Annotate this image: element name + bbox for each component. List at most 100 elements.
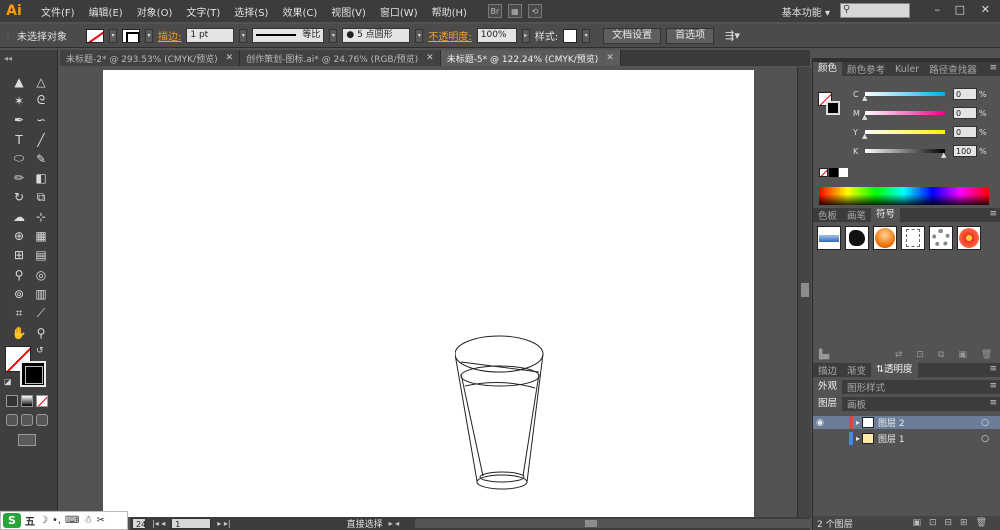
variable-width-profile[interactable]: 等比 xyxy=(252,28,325,43)
rotate-tool-icon[interactable]: ↻ xyxy=(8,188,30,207)
symbol-orange-button-icon[interactable] xyxy=(873,226,897,250)
close-tab-icon[interactable]: ✕ xyxy=(426,53,434,63)
black-swatch[interactable] xyxy=(829,168,838,177)
fill-dropdown[interactable]: ▾ xyxy=(109,28,117,43)
opacity-dropdown[interactable]: ▸ xyxy=(521,28,530,43)
align-options-icon[interactable]: ⇶▾ xyxy=(725,29,740,42)
artboard-next-icon[interactable]: ▸ ▸| xyxy=(217,519,230,528)
black-slider[interactable] xyxy=(865,149,946,159)
symbol-flower-icon[interactable] xyxy=(957,226,981,250)
default-colors-icon[interactable]: ◪ xyxy=(4,377,12,386)
preferences-button[interactable]: 首选项 xyxy=(666,27,715,44)
yellow-value[interactable]: 0 xyxy=(953,126,977,138)
new-symbol-icon[interactable]: ▣ xyxy=(958,350,967,360)
draw-behind-icon[interactable] xyxy=(21,414,33,426)
menu-item-5[interactable]: 效果(C) xyxy=(275,4,324,19)
selection-tool-icon[interactable]: ▲ xyxy=(8,72,30,91)
color-spectrum[interactable] xyxy=(819,187,989,205)
ime-tools-icon[interactable]: ✂ xyxy=(96,515,104,526)
swap-fill-stroke-icon[interactable]: ↺ xyxy=(36,346,44,356)
color-mode-icon[interactable] xyxy=(6,395,18,407)
symbol-ring-icon[interactable] xyxy=(929,226,953,250)
opacity-field[interactable]: 100% xyxy=(476,28,517,43)
close-button[interactable]: ✕ xyxy=(981,3,990,16)
tab-pathfinder[interactable]: 路径查找器 xyxy=(924,62,982,76)
eraser-tool-icon[interactable]: ◧ xyxy=(30,168,52,187)
magenta-value[interactable]: 0 xyxy=(953,107,977,119)
tab-document-2[interactable]: 创作策划-图标.ai* @ 24.76% (RGB/预览) ✕ xyxy=(240,50,441,66)
ime-moon-icon[interactable]: ☽ xyxy=(39,515,48,526)
cyan-slider[interactable] xyxy=(862,92,945,102)
type-tool-icon[interactable]: T xyxy=(8,130,30,149)
opacity-link[interactable]: 不透明度: xyxy=(428,28,471,43)
lasso-tool-icon[interactable]: ᘓ xyxy=(30,91,52,110)
brush-dropdown[interactable]: ▾ xyxy=(415,28,424,43)
layer-name[interactable]: 图层 1 xyxy=(878,432,905,445)
ime-keyboard-icon[interactable]: ⌨ xyxy=(65,515,79,526)
delete-symbol-icon[interactable]: 🗑 xyxy=(981,350,992,360)
magic-wand-tool-icon[interactable]: ✶ xyxy=(8,91,30,110)
tab-stroke[interactable]: 描边 xyxy=(813,363,842,377)
ime-skin-icon[interactable]: ☃ xyxy=(83,515,92,526)
stroke-dropdown[interactable]: ▾ xyxy=(145,28,153,43)
menu-item-8[interactable]: 帮助(H) xyxy=(425,4,474,19)
arrange-documents-icon[interactable]: ▦ xyxy=(507,4,522,18)
shape-builder-tool-icon[interactable]: ⊕ xyxy=(8,226,30,245)
place-symbol-icon[interactable]: ⇄ xyxy=(895,350,903,360)
magenta-slider[interactable] xyxy=(862,111,945,121)
style-swatch[interactable] xyxy=(563,28,578,43)
free-transform-tool-icon[interactable]: ⊹ xyxy=(30,207,52,226)
gradient-mode-icon[interactable] xyxy=(21,395,33,407)
panel-stroke-box[interactable] xyxy=(826,101,840,115)
ime-mode[interactable]: 五 xyxy=(25,513,35,528)
tab-document-3[interactable]: 未标题-5* @ 122.24% (CMYK/预览) ✕ xyxy=(440,50,621,66)
menu-item-1[interactable]: 编辑(E) xyxy=(82,4,130,19)
artboard-prev-icon[interactable]: |◂ ◂ xyxy=(152,519,165,528)
close-tab-icon[interactable]: ✕ xyxy=(226,53,234,63)
fill-swatch[interactable] xyxy=(86,28,104,43)
canvas-area[interactable] xyxy=(59,67,797,517)
hand-tool-icon[interactable]: ✋ xyxy=(8,323,30,342)
tab-layers[interactable]: 图层 xyxy=(813,397,843,411)
menu-item-0[interactable]: 文件(F) xyxy=(34,4,82,19)
target-icon[interactable]: ○ xyxy=(981,434,989,444)
expand-layer-icon[interactable]: ▸ xyxy=(856,418,860,427)
stroke-weight-dropdown[interactable]: ▾ xyxy=(239,28,248,43)
expand-layer-icon[interactable]: ▸ xyxy=(856,434,860,443)
symbol-library-icon[interactable]: ▙▖ xyxy=(819,350,833,360)
black-value[interactable]: 100 xyxy=(953,145,977,157)
symbol-sprayer-tool-icon[interactable]: ⊚ xyxy=(8,284,30,303)
symbol-options-icon[interactable]: ⧉ xyxy=(938,350,944,360)
tab-appearance[interactable]: 外观 xyxy=(813,380,843,394)
layer-row-1[interactable]: ▸ 图层 1 ○ xyxy=(813,432,1000,445)
layer-row-2[interactable]: ◉ ▸ 图层 2 ○ xyxy=(813,416,1000,429)
pen-tool-icon[interactable]: ✒ xyxy=(8,111,30,130)
curvature-tool-icon[interactable]: ∽ xyxy=(30,111,52,130)
paintbrush-tool-icon[interactable]: ✎ xyxy=(30,149,52,168)
artboard[interactable] xyxy=(103,70,754,517)
panel-menu-icon[interactable]: ≡ xyxy=(989,381,997,391)
panel-menu-icon[interactable]: ≡ xyxy=(989,364,997,374)
eyedropper-tool-icon[interactable]: ⚲ xyxy=(8,265,30,284)
draw-inside-icon[interactable] xyxy=(36,414,48,426)
stroke-swatch[interactable] xyxy=(122,28,140,43)
menu-item-2[interactable]: 对象(O) xyxy=(130,4,180,19)
minimize-button[interactable]: – xyxy=(935,3,941,16)
layer-name[interactable]: 图层 2 xyxy=(878,416,905,429)
none-swatch[interactable] xyxy=(819,168,828,177)
white-swatch[interactable] xyxy=(839,168,848,177)
gpu-performance-icon[interactable]: ⟲ xyxy=(527,4,542,18)
symbol-frame-icon[interactable] xyxy=(901,226,925,250)
yellow-slider[interactable] xyxy=(862,130,945,140)
tab-graphic-styles[interactable]: 图形样式 xyxy=(842,380,890,394)
symbol-blue-banner-icon[interactable] xyxy=(817,226,841,250)
stroke-link[interactable]: 描边: xyxy=(158,28,181,43)
document-setup-button[interactable]: 文档设置 xyxy=(603,27,662,44)
search-input[interactable] xyxy=(840,3,910,18)
screen-mode-icon[interactable] xyxy=(18,434,36,446)
tab-symbols[interactable]: 符号 xyxy=(871,208,901,222)
maximize-button[interactable]: □ xyxy=(955,3,965,16)
workspace-switcher[interactable]: 基本功能 ▾ xyxy=(782,4,830,19)
tab-brushes[interactable]: 画笔 xyxy=(842,208,871,222)
horizontal-scrollbar[interactable] xyxy=(415,519,810,528)
